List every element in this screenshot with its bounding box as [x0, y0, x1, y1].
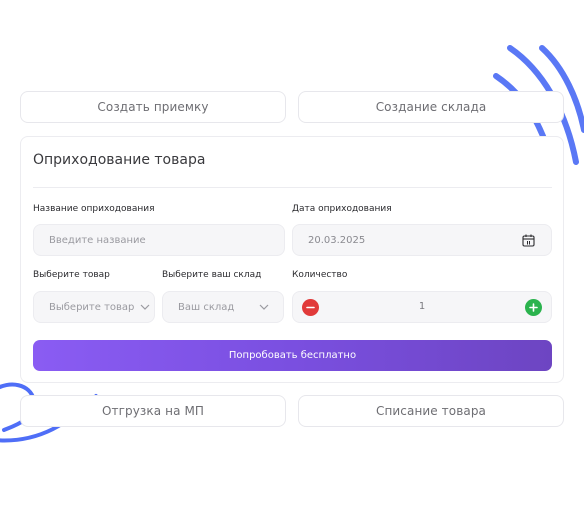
- write-off-button[interactable]: Списание товара: [298, 395, 564, 427]
- chevron-down-icon: [259, 304, 269, 310]
- name-input-placeholder: Введите название: [49, 234, 146, 246]
- form-divider: [33, 187, 552, 188]
- calendar-icon[interactable]: [522, 234, 535, 247]
- product-select[interactable]: Выберите товар: [33, 291, 155, 323]
- create-receipt-button[interactable]: Создать приемку: [20, 91, 286, 123]
- warehouse-select-value: Ваш склад: [178, 301, 235, 313]
- form-title: Оприходование товара: [33, 152, 206, 168]
- date-field-label: Дата оприходования: [292, 204, 392, 214]
- product-select-value: Выберите товар: [49, 301, 135, 313]
- write-off-label: Списание товара: [375, 404, 487, 418]
- plus-icon[interactable]: [525, 299, 542, 316]
- quantity-value[interactable]: 1: [293, 301, 551, 312]
- quantity-field-label: Количество: [292, 270, 348, 280]
- warehouse-field-label: Выберите ваш склад: [162, 270, 262, 280]
- create-warehouse-button[interactable]: Создание склада: [298, 91, 564, 123]
- date-input[interactable]: 20.03.2025: [292, 224, 552, 256]
- name-input[interactable]: Введите название: [33, 224, 285, 256]
- date-input-value: 20.03.2025: [308, 234, 366, 246]
- try-free-label: Попробовать бесплатно: [228, 350, 357, 361]
- marketplace-shipment-button[interactable]: Отгрузка на МП: [20, 395, 286, 427]
- quantity-stepper[interactable]: 1: [292, 291, 552, 323]
- marketplace-shipment-label: Отгрузка на МП: [101, 404, 205, 418]
- product-field-label: Выберите товар: [33, 270, 110, 280]
- warehouse-select[interactable]: Ваш склад: [162, 291, 284, 323]
- capitalization-form-card: Оприходование товара Название оприходова…: [20, 136, 564, 383]
- create-receipt-label: Создать приемку: [97, 100, 209, 114]
- try-free-button[interactable]: Попробовать бесплатно: [33, 340, 552, 371]
- chevron-down-icon: [140, 304, 150, 310]
- name-field-label: Название оприходования: [33, 204, 155, 214]
- create-warehouse-label: Создание склада: [375, 100, 487, 114]
